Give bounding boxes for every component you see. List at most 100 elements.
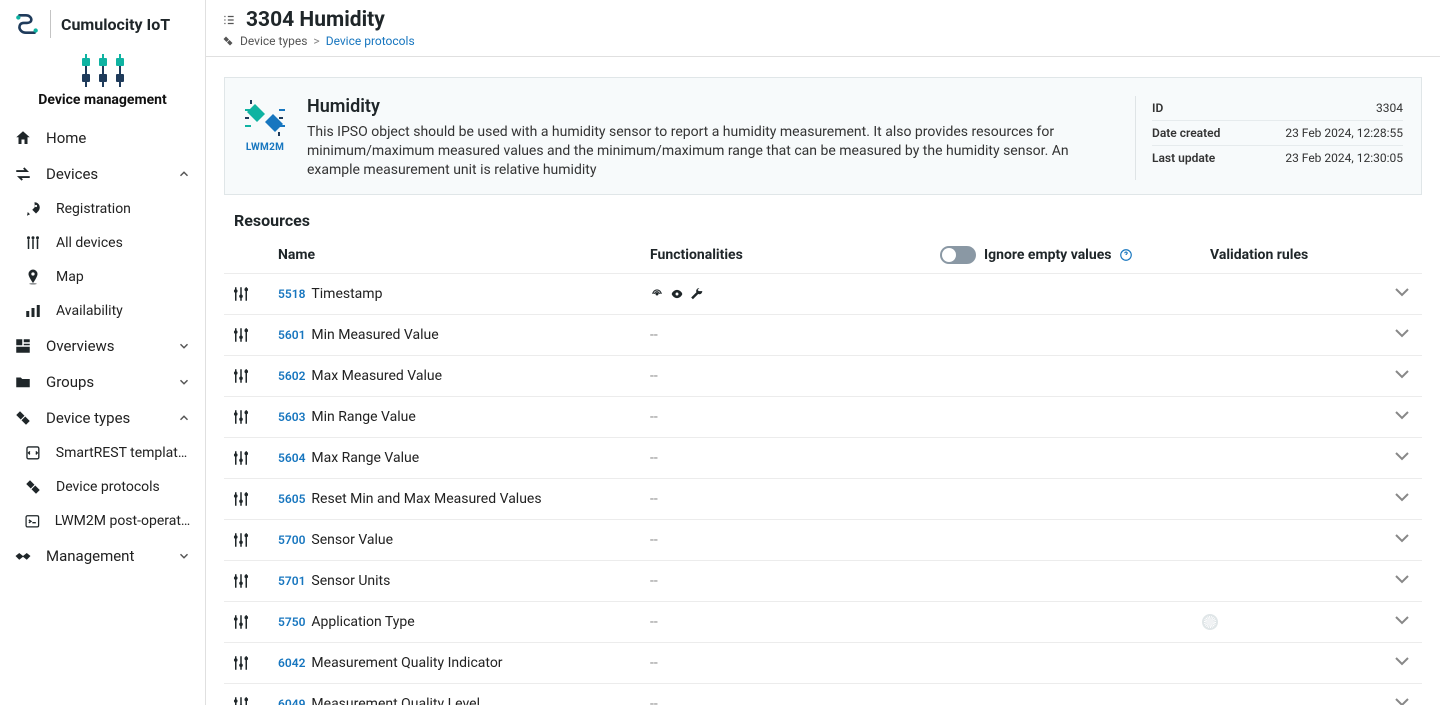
column-toggle[interactable] (940, 246, 976, 264)
chevron-down-icon[interactable] (1390, 661, 1414, 677)
table-header: Name Functionalities Ignore empty values… (224, 238, 1422, 274)
nav-management[interactable]: Management (0, 538, 205, 574)
plug-icon (24, 478, 42, 496)
sliders-icon (232, 613, 250, 631)
swap-icon (14, 165, 32, 183)
brand-name: Cumulocity IoT (61, 15, 170, 34)
page-header: 3304 Humidity Device types > Device prot… (206, 0, 1440, 57)
nav-all-devices[interactable]: All devices (0, 226, 205, 260)
chevron-up-icon (177, 167, 191, 181)
chevron-down-icon[interactable] (1390, 333, 1414, 349)
resource-name: 5605Reset Min and Max Measured Values (270, 485, 642, 513)
sliders-icon (232, 695, 250, 705)
loading-spinner-icon (1202, 614, 1218, 630)
folder-icon (14, 373, 32, 391)
resource-row[interactable]: 5604Max Range Value-- (224, 438, 1422, 479)
resource-validation (1202, 616, 1382, 628)
resource-name: 5700Sensor Value (270, 526, 642, 554)
nav-availability[interactable]: Availability (0, 294, 205, 328)
resource-validation (1202, 370, 1382, 382)
protocol-card: LWM2M Humidity This IPSO object should b… (224, 77, 1422, 195)
content: LWM2M Humidity This IPSO object should b… (206, 57, 1440, 705)
resource-row[interactable]: 5700Sensor Value-- (224, 520, 1422, 561)
resource-functionalities: -- (642, 403, 932, 431)
nav: Home Devices Registration All devices Ma… (0, 120, 205, 574)
chevron-down-icon[interactable] (1390, 456, 1414, 472)
resource-ignore (932, 657, 1202, 669)
resources-heading: Resources (224, 195, 1422, 238)
chevron-down-icon (177, 375, 191, 389)
nav-device-protocols[interactable]: Device protocols (0, 470, 205, 504)
sliders-icon (232, 654, 250, 672)
sidebar-header: Cumulocity IoT (0, 0, 205, 46)
divider (50, 10, 51, 38)
resource-validation (1202, 698, 1382, 705)
breadcrumb: Device types > Device protocols (222, 34, 1420, 48)
resource-name: 5701Sensor Units (270, 567, 642, 595)
resource-functionalities: -- (642, 485, 932, 513)
col-validation: Validation rules (1202, 241, 1382, 269)
resource-ignore (932, 452, 1202, 464)
meta-updated: Last update 23 Feb 2024, 12:30:05 (1152, 146, 1403, 170)
brand-logo-icon (14, 11, 40, 37)
nav-devices[interactable]: Devices (0, 156, 205, 192)
breadcrumb-link[interactable]: Device protocols (326, 34, 415, 48)
meta-created: Date created 23 Feb 2024, 12:28:55 (1152, 121, 1403, 146)
submodule-header: Device management (0, 46, 205, 120)
help-icon[interactable] (1119, 248, 1133, 262)
col-func: Functionalities (642, 241, 932, 269)
handshake-icon (14, 547, 32, 565)
resource-ignore (932, 329, 1202, 341)
col-name: Name (270, 241, 642, 269)
map-pin-icon (24, 268, 42, 286)
chevron-down-icon (177, 339, 191, 353)
nav-lwm2m-post[interactable]: LWM2M post-operatio… (0, 504, 205, 538)
sliders-icon (232, 326, 250, 344)
chevron-down-icon[interactable] (1390, 292, 1414, 308)
chevron-down-icon[interactable] (1390, 620, 1414, 636)
nav-map[interactable]: Map (0, 260, 205, 294)
resources-table: Name Functionalities Ignore empty values… (224, 238, 1422, 705)
resource-ignore (932, 411, 1202, 423)
page-title: 3304 Humidity (246, 8, 385, 32)
resource-row[interactable]: 5603Min Range Value-- (224, 397, 1422, 438)
chevron-down-icon[interactable] (1390, 497, 1414, 513)
resource-row[interactable]: 5601Min Measured Value-- (224, 315, 1422, 356)
resource-row[interactable]: 6049Measurement Quality Level-- (224, 684, 1422, 705)
resource-name: 5604Max Range Value (270, 444, 642, 472)
wrench-icon (690, 287, 704, 301)
resource-ignore (932, 698, 1202, 705)
nav-overviews[interactable]: Overviews (0, 328, 205, 364)
nav-device-types[interactable]: Device types (0, 400, 205, 436)
chevron-up-icon (177, 411, 191, 425)
resource-validation (1202, 575, 1382, 587)
resource-row[interactable]: 6042Measurement Quality Indicator-- (224, 643, 1422, 684)
chevron-down-icon[interactable] (1390, 415, 1414, 431)
chevron-down-icon[interactable] (1390, 579, 1414, 595)
nav-smartrest[interactable]: SmartREST templates (0, 436, 205, 470)
collapse-sidebar-icon[interactable] (222, 13, 236, 27)
nav-registration[interactable]: Registration (0, 192, 205, 226)
resource-row[interactable]: 5518Timestamp (224, 274, 1422, 315)
nav-home[interactable]: Home (0, 120, 205, 156)
plug-icon (14, 409, 32, 427)
nav-groups[interactable]: Groups (0, 364, 205, 400)
resource-functionalities: -- (642, 321, 932, 349)
plug-icon (222, 35, 234, 47)
resource-functionalities (642, 281, 932, 307)
resource-functionalities: -- (642, 362, 932, 390)
resource-row[interactable]: 5605Reset Min and Max Measured Values-- (224, 479, 1422, 520)
resource-functionalities: -- (642, 526, 932, 554)
chevron-down-icon[interactable] (1390, 538, 1414, 554)
eye-icon (670, 287, 684, 301)
resource-validation (1202, 534, 1382, 546)
breadcrumb-root: Device types (240, 34, 307, 48)
protocol-meta: ID 3304 Date created 23 Feb 2024, 12:28:… (1135, 96, 1403, 180)
sliders-icon (232, 367, 250, 385)
resource-row[interactable]: 5701Sensor Units-- (224, 561, 1422, 602)
sliders-icon (232, 449, 250, 467)
resource-row[interactable]: 5750Application Type-- (224, 602, 1422, 643)
resource-row[interactable]: 5602Max Measured Value-- (224, 356, 1422, 397)
sliders-icon (232, 408, 250, 426)
chevron-down-icon[interactable] (1390, 374, 1414, 390)
